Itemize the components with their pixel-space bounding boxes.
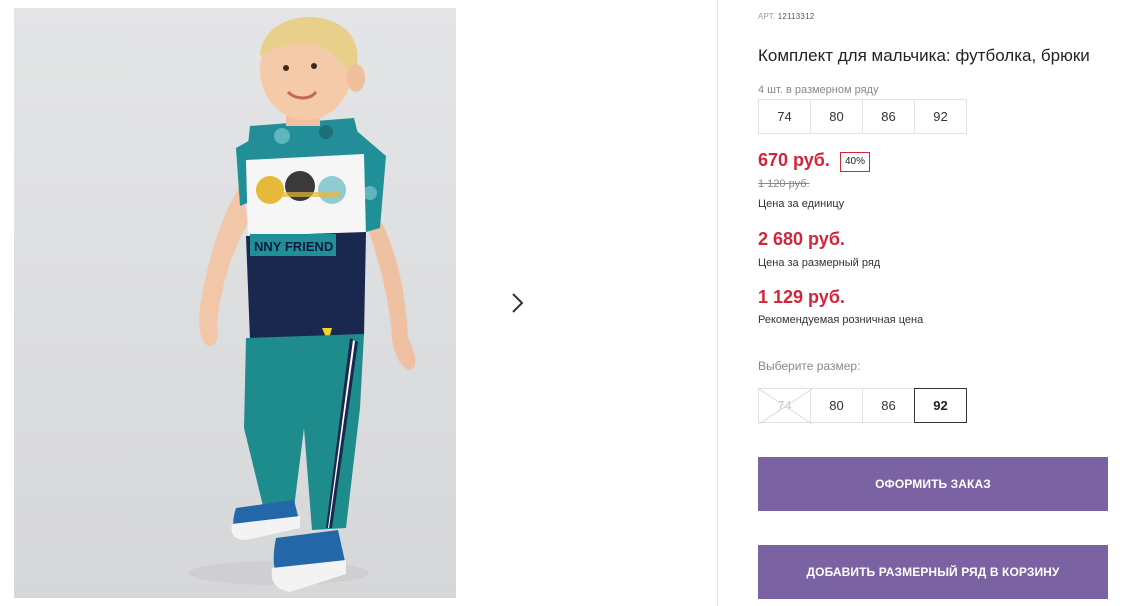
- pack-sizes: 74 80 86 92: [758, 99, 967, 134]
- article-value: 12113312: [777, 12, 815, 21]
- pack-size-cell: 80: [810, 99, 863, 134]
- product-photo-illustration: NNY FRIEND: [189, 17, 416, 592]
- product-photo: NNY FRIEND: [14, 8, 456, 598]
- retail-price-caption: Рекомендуемая розничная цена: [758, 314, 924, 326]
- size-option-92[interactable]: 92: [914, 388, 967, 423]
- discount-badge: 40%: [840, 152, 871, 172]
- shirt-print-text: NNY FRIEND: [254, 239, 333, 254]
- size-option-74: 74: [758, 388, 812, 424]
- pack-price-caption: Цена за размерный ряд: [758, 257, 881, 269]
- product-gallery: NNY FRIEND: [0, 0, 718, 606]
- size-selector: 74 80 86 92: [758, 388, 967, 424]
- pack-size-cell: 74: [758, 99, 811, 134]
- chevron-right-icon: [512, 292, 524, 313]
- old-price: 1 120 руб.: [758, 178, 810, 190]
- place-order-button[interactable]: ОФОРМИТЬ ЗАКАЗ: [758, 457, 1108, 511]
- size-option-80[interactable]: 80: [810, 388, 863, 423]
- unit-price: 670 руб.: [758, 150, 830, 170]
- pack-size-cell: 86: [862, 99, 915, 134]
- article-number: АРТ. 12113312: [758, 12, 814, 21]
- retail-price: 1 129 руб.: [758, 287, 845, 307]
- article-label: АРТ.: [758, 12, 776, 21]
- pack-size-cell: 92: [914, 99, 967, 134]
- pack-price: 2 680 руб.: [758, 229, 845, 249]
- unit-price-caption: Цена за единицу: [758, 198, 845, 210]
- size-select-label: Выберите размер:: [758, 359, 861, 373]
- pack-quantity-note: 4 шт. в размерном ряду: [758, 84, 879, 96]
- add-pack-to-cart-button[interactable]: ДОБАВИТЬ РАЗМЕРНЫЙ РЯД В КОРЗИНУ: [758, 545, 1108, 599]
- size-option-86[interactable]: 86: [862, 388, 915, 423]
- gallery-next-button[interactable]: [490, 276, 544, 329]
- product-title: Комплект для мальчика: футболка, брюки: [758, 46, 1090, 65]
- unavailable-cross-icon: [759, 389, 812, 424]
